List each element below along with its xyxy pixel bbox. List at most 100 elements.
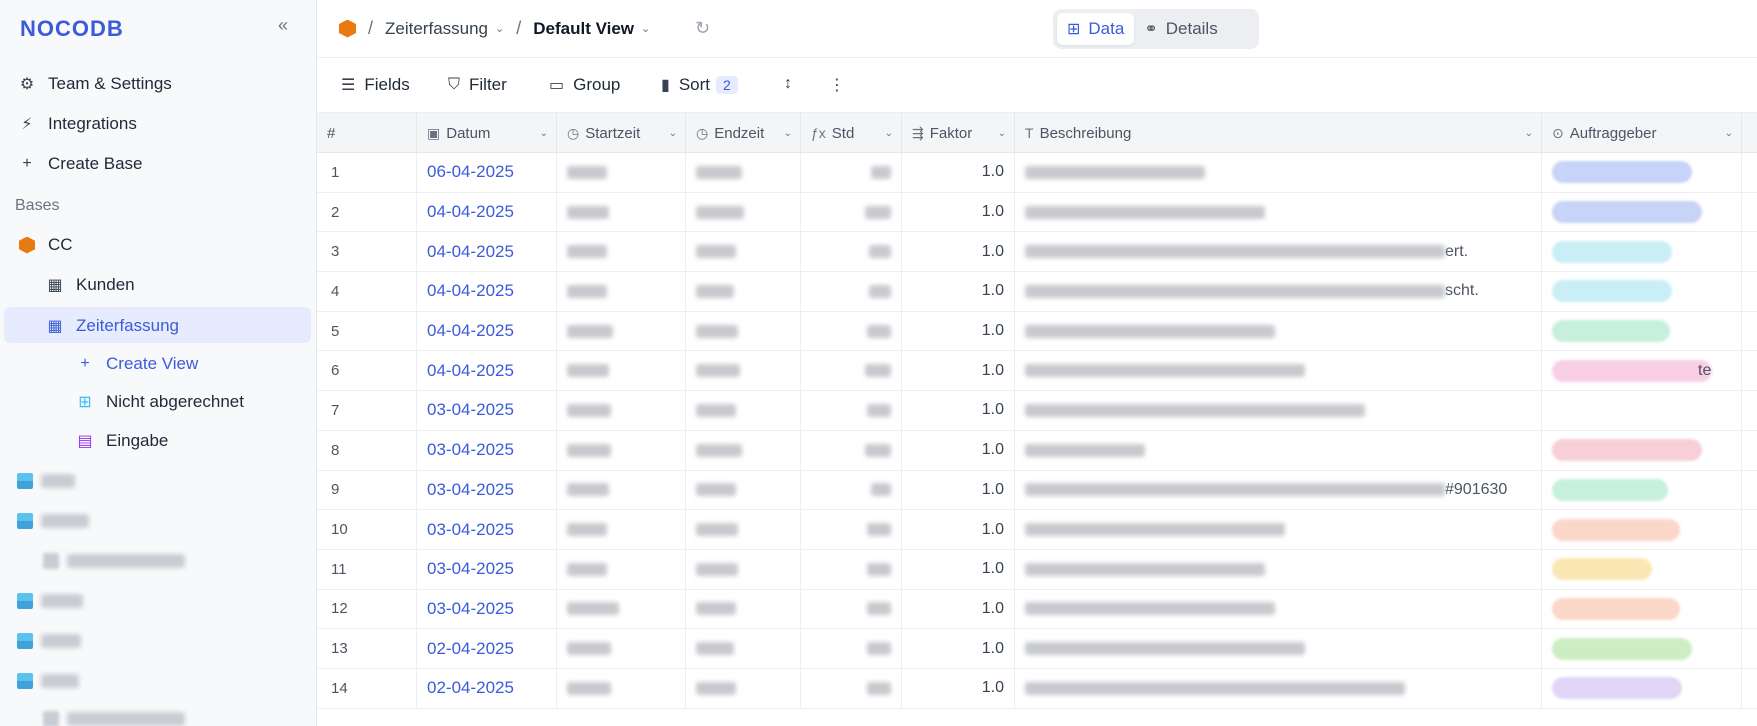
chevron-down-icon[interactable]: ⌄ bbox=[1725, 128, 1733, 139]
blurred-base[interactable] bbox=[17, 473, 75, 489]
cell-endzeit[interactable] bbox=[686, 272, 801, 311]
cell-std[interactable] bbox=[801, 430, 902, 470]
blurred-table[interactable] bbox=[43, 553, 185, 569]
cell-beschreibung[interactable] bbox=[1015, 629, 1542, 668]
cell-auftraggeber[interactable] bbox=[1542, 232, 1742, 272]
cell-faktor[interactable]: 1.0 bbox=[902, 351, 1015, 391]
table-row[interactable]: 4 04-04-2025 1.0 scht. bbox=[317, 272, 1757, 312]
table-row[interactable]: 9 03-04-2025 1.0 #901630 bbox=[317, 470, 1757, 511]
chevron-down-icon[interactable]: ⌄ bbox=[885, 128, 893, 139]
cell-datum[interactable]: 04-04-2025 bbox=[417, 232, 557, 272]
cell-endzeit[interactable] bbox=[686, 192, 801, 232]
blurred-base[interactable] bbox=[17, 593, 83, 609]
column-header-startzeit[interactable]: ◷ Startzeit ⌄ bbox=[557, 113, 686, 153]
cell-beschreibung[interactable] bbox=[1015, 192, 1542, 232]
cell-beschreibung[interactable] bbox=[1015, 668, 1542, 708]
cell-std[interactable] bbox=[801, 589, 902, 629]
cell-faktor[interactable]: 1.0 bbox=[902, 192, 1015, 232]
cell-endzeit[interactable] bbox=[686, 153, 801, 192]
chevron-down-icon[interactable]: ⌄ bbox=[641, 22, 650, 35]
table-row[interactable]: 5 04-04-2025 1.0 bbox=[317, 311, 1757, 352]
table-row[interactable]: 2 04-04-2025 1.0 bbox=[317, 192, 1757, 233]
cell-faktor[interactable]: 1.0 bbox=[902, 589, 1015, 629]
base-cc[interactable]: CC bbox=[16, 235, 73, 255]
cell-faktor[interactable]: 1.0 bbox=[902, 549, 1015, 589]
cell-auftraggeber[interactable] bbox=[1542, 589, 1742, 629]
cell-startzeit[interactable] bbox=[557, 391, 686, 430]
cell-beschreibung[interactable]: ert. bbox=[1015, 232, 1542, 272]
cell-startzeit[interactable] bbox=[557, 430, 686, 470]
cell-std[interactable] bbox=[801, 272, 902, 311]
cell-datum[interactable]: 03-04-2025 bbox=[417, 549, 557, 589]
table-row[interactable]: 14 02-04-2025 1.0 bbox=[317, 668, 1757, 709]
cell-auftraggeber[interactable] bbox=[1542, 391, 1742, 430]
create-view-item[interactable]: + Create View bbox=[74, 354, 198, 374]
cell-std[interactable] bbox=[801, 549, 902, 589]
chevron-down-icon[interactable]: ⌄ bbox=[669, 128, 677, 139]
cell-beschreibung[interactable] bbox=[1015, 311, 1542, 351]
cell-startzeit[interactable] bbox=[557, 351, 686, 391]
cell-endzeit[interactable] bbox=[686, 391, 801, 430]
cell-endzeit[interactable] bbox=[686, 470, 801, 510]
cell-row-number[interactable]: 8 bbox=[317, 430, 417, 470]
chevron-down-icon[interactable]: ⌄ bbox=[540, 128, 548, 139]
cell-endzeit[interactable] bbox=[686, 430, 801, 470]
cell-beschreibung[interactable] bbox=[1015, 153, 1542, 192]
table-row[interactable]: 8 03-04-2025 1.0 bbox=[317, 430, 1757, 471]
column-header-datum[interactable]: ▣ Datum ⌄ bbox=[417, 113, 557, 153]
cell-row-number[interactable]: 14 bbox=[317, 668, 417, 708]
cell-row-number[interactable]: 6 bbox=[317, 351, 417, 391]
cell-row-number[interactable]: 12 bbox=[317, 589, 417, 629]
view-nicht-abgerechnet[interactable]: ⊞ Nicht abgerechnet bbox=[74, 392, 244, 412]
cell-endzeit[interactable] bbox=[686, 351, 801, 391]
cell-std[interactable] bbox=[801, 311, 902, 351]
column-header-beschreibung[interactable]: T Beschreibung ⌄ bbox=[1015, 113, 1542, 153]
cell-datum[interactable]: 03-04-2025 bbox=[417, 510, 557, 549]
view-eingabe[interactable]: ▤ Eingabe bbox=[74, 431, 168, 451]
cell-beschreibung[interactable] bbox=[1015, 391, 1542, 430]
cell-faktor[interactable]: 1.0 bbox=[902, 510, 1015, 549]
cell-faktor[interactable]: 1.0 bbox=[902, 629, 1015, 668]
cell-std[interactable] bbox=[801, 510, 902, 549]
cell-row-number[interactable]: 4 bbox=[317, 272, 417, 311]
cell-datum[interactable]: 03-04-2025 bbox=[417, 391, 557, 430]
cell-faktor[interactable]: 1.0 bbox=[902, 391, 1015, 430]
table-row[interactable]: 6 04-04-2025 1.0 te bbox=[317, 351, 1757, 392]
cell-beschreibung[interactable] bbox=[1015, 589, 1542, 629]
cell-startzeit[interactable] bbox=[557, 510, 686, 549]
cell-faktor[interactable]: 1.0 bbox=[902, 272, 1015, 311]
cell-row-number[interactable]: 7 bbox=[317, 391, 417, 430]
cell-std[interactable] bbox=[801, 668, 902, 708]
cell-std[interactable] bbox=[801, 192, 902, 232]
table-zeiterfassung[interactable]: ▦ Zeiterfassung bbox=[44, 316, 179, 336]
cell-auftraggeber[interactable] bbox=[1542, 549, 1742, 589]
cell-startzeit[interactable] bbox=[557, 311, 686, 351]
cell-datum[interactable]: 04-04-2025 bbox=[417, 351, 557, 391]
cell-faktor[interactable]: 1.0 bbox=[902, 232, 1015, 272]
table-row[interactable]: 11 03-04-2025 1.0 bbox=[317, 549, 1757, 590]
column-header-std[interactable]: ƒx Std ⌄ bbox=[801, 113, 902, 153]
breadcrumb-view[interactable]: Default View bbox=[533, 19, 634, 39]
cell-faktor[interactable]: 1.0 bbox=[902, 470, 1015, 510]
cell-row-number[interactable]: 10 bbox=[317, 510, 417, 549]
cell-startzeit[interactable] bbox=[557, 668, 686, 708]
integrations-item[interactable]: ⚡ Integrations bbox=[16, 114, 136, 134]
cell-beschreibung[interactable]: scht. bbox=[1015, 272, 1542, 311]
cell-datum[interactable]: 04-04-2025 bbox=[417, 311, 557, 351]
cell-row-number[interactable]: 1 bbox=[317, 153, 417, 192]
cell-row-number[interactable]: 9 bbox=[317, 470, 417, 510]
fields-button[interactable]: ☰ Fields bbox=[341, 75, 410, 95]
cell-row-number[interactable]: 11 bbox=[317, 549, 417, 589]
column-header-faktor[interactable]: ⇶ Faktor ⌄ bbox=[902, 113, 1015, 153]
column-header-endzeit[interactable]: ◷ Endzeit ⌄ bbox=[686, 113, 801, 153]
more-options-button[interactable]: ⋮ bbox=[829, 75, 854, 95]
cell-auftraggeber[interactable] bbox=[1542, 668, 1742, 708]
cell-auftraggeber[interactable] bbox=[1542, 629, 1742, 668]
cell-endzeit[interactable] bbox=[686, 549, 801, 589]
sort-button[interactable]: ▮ Sort 2 bbox=[661, 75, 738, 95]
cell-startzeit[interactable] bbox=[557, 629, 686, 668]
cell-std[interactable] bbox=[801, 391, 902, 430]
blurred-table[interactable] bbox=[43, 711, 185, 726]
cell-std[interactable] bbox=[801, 470, 902, 510]
chevron-down-icon[interactable]: ⌄ bbox=[998, 128, 1006, 139]
